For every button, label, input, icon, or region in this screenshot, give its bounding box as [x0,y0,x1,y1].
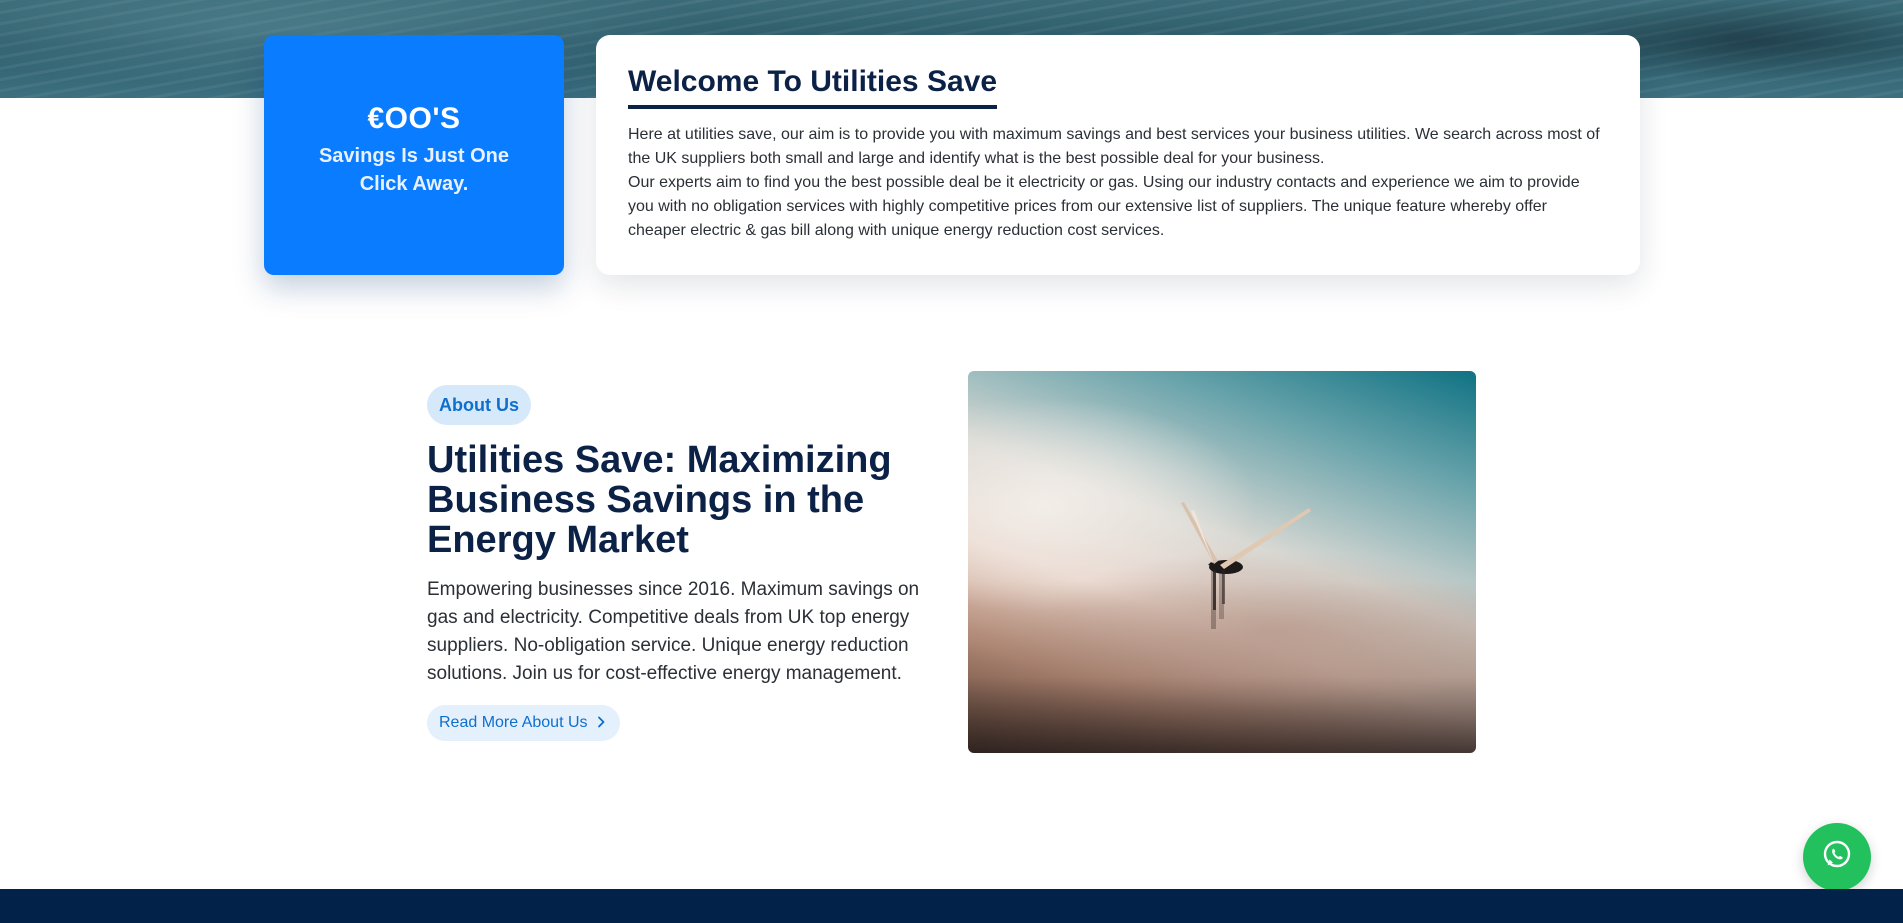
read-more-label: Read More About Us [439,714,588,731]
welcome-paragraph-1: Here at utilities save, our aim is to pr… [628,126,1600,167]
footer-bar [0,889,1903,923]
savings-amount: €OO'S [367,102,461,135]
wind-turbine-icon [1181,502,1311,629]
about-title: Utilities Save: Maximizing Business Savi… [427,439,892,561]
savings-card: €OO'S Savings Is Just One Click Away. [264,35,564,275]
chevron-right-icon [596,715,606,731]
whatsapp-button[interactable] [1803,823,1871,891]
whatsapp-icon [1820,838,1854,877]
welcome-title: Welcome To Utilities Save [628,65,998,109]
about-description: Empowering businesses since 2016. Maximu… [427,579,920,684]
welcome-paragraph-2: Our experts aim to find you the best pos… [628,174,1580,239]
read-more-about-us-button[interactable]: Read More About Us [427,705,620,741]
about-us-badge: About Us [427,385,531,425]
welcome-card: Welcome To Utilities Save Here at utilit… [596,35,1640,275]
wind-turbine-image [968,371,1476,753]
savings-subtitle: Savings Is Just One Click Away. [318,145,510,195]
